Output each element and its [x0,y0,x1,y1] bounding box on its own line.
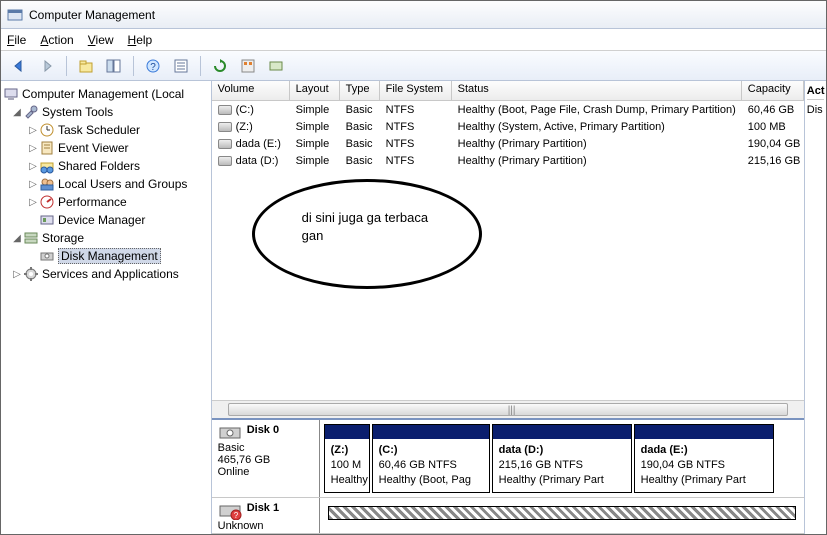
svg-text:?: ? [150,62,156,73]
app-icon [7,7,23,23]
storage-icon [23,230,39,246]
refresh-button[interactable] [208,54,232,78]
up-button[interactable] [74,54,98,78]
annotation-overlay: di sini juga ga terbaca gan [212,169,804,400]
nav-tree[interactable]: Computer Management (Local ◢ System Tools… [1,81,212,534]
actions-item[interactable]: Dis [807,104,824,116]
volume-icon [218,139,232,149]
tree-localusers[interactable]: Local Users and Groups [58,177,187,191]
tree-storage[interactable]: Storage [42,231,84,245]
volume-icon [218,105,232,115]
expand-icon[interactable]: ▷ [27,143,39,154]
col-volume[interactable]: Volume [212,81,290,100]
properties-button[interactable] [169,54,193,78]
disk-icon [39,248,55,264]
device-icon [39,212,55,228]
volume-list[interactable]: (C:)SimpleBasicNTFSHealthy (Boot, Page F… [212,101,804,169]
col-layout[interactable]: Layout [290,81,340,100]
performance-icon [39,194,55,210]
window-titlebar: Computer Management [1,1,826,29]
tree-root[interactable]: Computer Management (Local [22,87,184,101]
clock-icon [39,122,55,138]
collapse-icon[interactable]: ◢ [11,107,23,118]
expand-icon[interactable]: ▷ [11,269,23,280]
disk-label[interactable]: ? Disk 1 Unknown [212,498,320,533]
partition[interactable]: data (D:)215,16 GB NTFSHealthy (Primary … [492,424,632,493]
event-icon [39,140,55,156]
expand-icon[interactable]: ▷ [27,179,39,190]
settings-button[interactable] [236,54,260,78]
volume-row[interactable]: data (D:)SimpleBasicNTFSHealthy (Primary… [212,152,804,169]
partition[interactable]: dada (E:)190,04 GB NTFSHealthy (Primary … [634,424,774,493]
menu-action[interactable]: Action [40,33,73,47]
actions-pane: Act Dis [805,81,826,534]
partition[interactable]: (Z:)100 MHealthy [324,424,370,493]
partition[interactable]: (C:)60,46 GB NTFSHealthy (Boot, Pag [372,424,490,493]
expand-icon[interactable]: ▷ [27,161,39,172]
disk-unknown-icon: ? [218,502,242,520]
annotation-text: di sini juga ga terbaca gan [302,209,428,245]
disk-label[interactable]: Disk 0 Basic 465,76 GB Online [212,420,320,497]
show-hide-button[interactable] [102,54,126,78]
volume-row[interactable]: (C:)SimpleBasicNTFSHealthy (Boot, Page F… [212,101,804,118]
tree-eventviewer[interactable]: Event Viewer [58,141,128,155]
extra-button[interactable] [264,54,288,78]
col-status[interactable]: Status [452,81,742,100]
col-type[interactable]: Type [340,81,380,100]
shared-icon [39,158,55,174]
collapse-icon[interactable]: ◢ [11,233,23,244]
volume-row[interactable]: dada (E:)SimpleBasicNTFSHealthy (Primary… [212,135,804,152]
actions-header: Act [807,85,824,100]
svg-text:?: ? [233,511,238,520]
col-capacity[interactable]: Capacity [742,81,804,100]
tree-devicemgr[interactable]: Device Manager [58,213,145,227]
disk-row[interactable]: ? Disk 1 Unknown [212,498,804,534]
menu-help[interactable]: Help [128,33,153,47]
expand-icon[interactable]: ▷ [27,197,39,208]
col-fs[interactable]: File System [380,81,452,100]
computer-icon [3,86,19,102]
users-icon [39,176,55,192]
window-title: Computer Management [29,8,155,22]
tree-diskmgmt[interactable]: Disk Management [58,248,161,264]
back-button[interactable] [7,54,31,78]
expand-icon[interactable]: ▷ [27,125,39,136]
horizontal-scrollbar[interactable]: ||| [212,400,804,418]
tree-services[interactable]: Services and Applications [42,267,179,281]
services-icon [23,266,39,282]
help-button[interactable]: ? [141,54,165,78]
toolbar: ? [1,51,826,81]
volume-icon [218,156,232,166]
tree-tasksched[interactable]: Task Scheduler [58,123,140,137]
volume-list-header: Volume Layout Type File System Status Ca… [212,81,804,101]
disk-map: Disk 0 Basic 465,76 GB Online (Z:)100 MH… [212,418,804,534]
menubar: File Action View Help [1,29,826,51]
forward-button[interactable] [35,54,59,78]
volume-row[interactable]: (Z:)SimpleBasicNTFSHealthy (System, Acti… [212,118,804,135]
tools-icon [23,104,39,120]
unallocated-space[interactable] [328,506,796,520]
disk-row[interactable]: Disk 0 Basic 465,76 GB Online (Z:)100 MH… [212,420,804,498]
tree-systools[interactable]: System Tools [42,105,113,119]
menu-view[interactable]: View [88,33,114,47]
volume-icon [218,122,232,132]
tree-performance[interactable]: Performance [58,195,127,209]
menu-file[interactable]: File [7,33,26,47]
tree-sharedfolders[interactable]: Shared Folders [58,159,140,173]
disk-icon [218,424,242,442]
